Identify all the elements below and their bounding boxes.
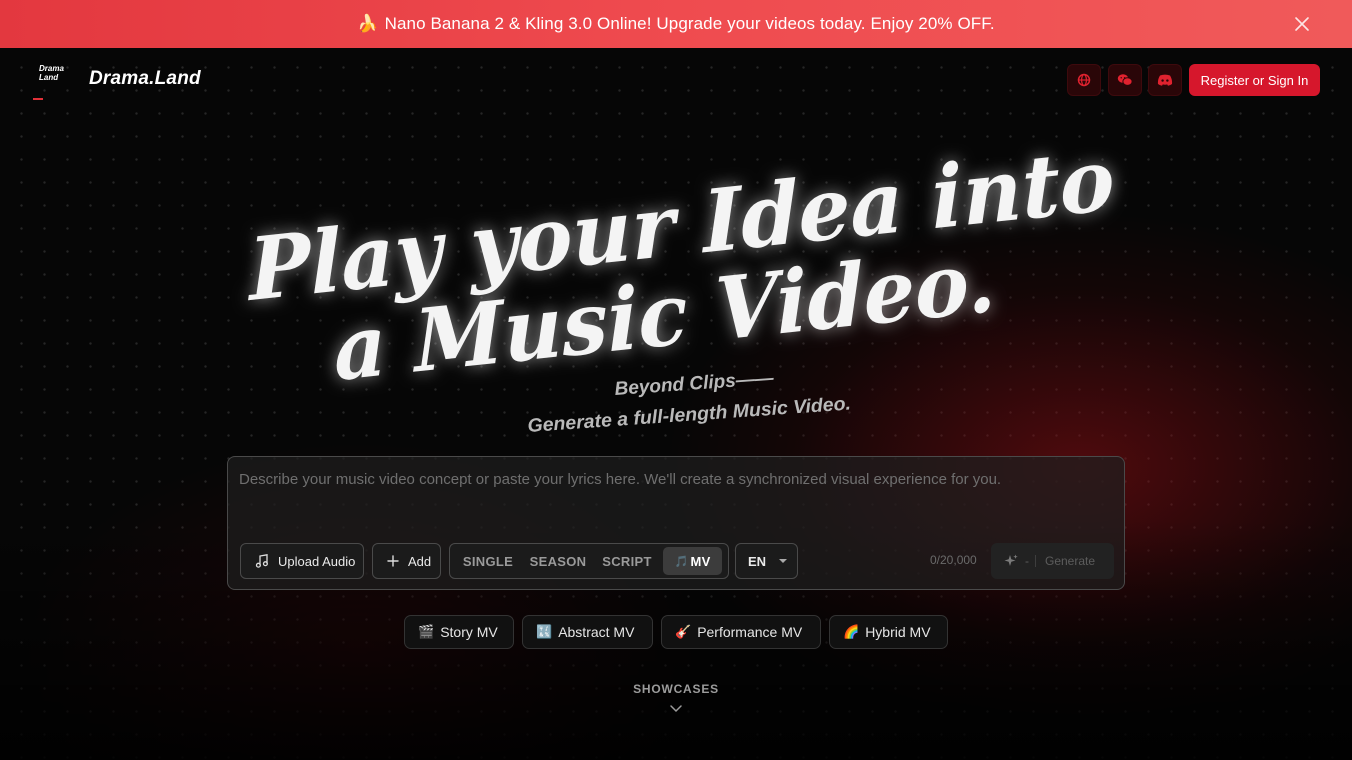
discord-icon[interactable] <box>1148 64 1182 96</box>
music-emoji-icon: 🎵 <box>674 555 689 568</box>
logo-mark-line2: Land <box>39 73 59 82</box>
music-note-icon <box>255 554 268 568</box>
language-value: EN <box>748 553 767 569</box>
mode-season[interactable]: SEASON <box>524 547 592 575</box>
logo-accent-bar <box>33 98 43 100</box>
character-count: 0/20,000 <box>930 553 977 567</box>
clapper-emoji-icon: 🎬 <box>418 624 435 639</box>
upload-audio-label: Upload Audio <box>278 553 356 569</box>
showcases-link[interactable]: SHOWCASES <box>576 682 776 696</box>
style-chip-hybrid[interactable]: 🌈 Hybrid MV <box>829 615 948 649</box>
prompt-input[interactable]: Describe your music video concept or pas… <box>239 471 1099 488</box>
style-chip-abstract[interactable]: 🔣 Abstract MV <box>522 615 653 649</box>
globe-icon[interactable] <box>1067 64 1101 96</box>
prompt-controls: Upload Audio Add SINGLE SEASON SCRIPT 🎵 … <box>240 543 1114 579</box>
close-icon[interactable] <box>1292 14 1312 34</box>
chevron-down-icon[interactable] <box>668 702 684 714</box>
logo-mark[interactable]: Drama Land <box>33 64 73 100</box>
logo-text[interactable]: Drama.Land <box>89 68 201 90</box>
style-chip-label: Abstract MV <box>558 624 635 640</box>
plus-icon <box>387 555 399 567</box>
mode-mv[interactable]: 🎵 MV <box>663 547 722 575</box>
wechat-icon[interactable] <box>1108 64 1142 96</box>
style-chip-label: Hybrid MV <box>865 624 931 640</box>
mode-selector: SINGLE SEASON SCRIPT 🎵 MV <box>449 543 729 579</box>
banana-emoji: 🍌 <box>357 14 379 33</box>
add-button[interactable]: Add <box>372 543 441 579</box>
mode-single[interactable]: SINGLE <box>456 547 520 575</box>
logo-mark-line1: Drama <box>39 64 64 73</box>
style-chip-label: Performance MV <box>697 624 803 640</box>
caret-down-icon <box>779 559 788 563</box>
generate-label: Generate <box>1045 554 1096 568</box>
prompt-box[interactable]: Describe your music video concept or pas… <box>227 456 1125 590</box>
symbols-emoji-icon: 🔣 <box>536 624 553 639</box>
promo-text: Nano Banana 2 & Kling 3.0 Online! Upgrad… <box>384 14 995 33</box>
language-select[interactable]: EN <box>735 543 798 579</box>
generate-cost: - <box>1025 554 1029 568</box>
mode-script[interactable]: SCRIPT <box>596 547 658 575</box>
style-chip-label: Story MV <box>440 624 498 640</box>
add-label: Add <box>408 553 432 569</box>
generate-button[interactable]: - Generate <box>991 543 1114 579</box>
generate-divider <box>1035 555 1036 567</box>
upload-audio-button[interactable]: Upload Audio <box>240 543 364 579</box>
style-chip-story[interactable]: 🎬 Story MV <box>404 615 514 649</box>
rainbow-emoji-icon: 🌈 <box>843 624 860 639</box>
promo-banner[interactable]: 🍌 Nano Banana 2 & Kling 3.0 Online! Upgr… <box>0 0 1352 48</box>
page-background <box>0 48 1352 760</box>
header: Drama Land Drama.Land Register or Sign I… <box>0 48 1352 112</box>
guitar-emoji-icon: 🎸 <box>675 624 692 639</box>
mode-mv-label: MV <box>690 553 711 569</box>
sparkle-icon <box>1004 554 1018 566</box>
style-chip-performance[interactable]: 🎸 Performance MV <box>661 615 821 649</box>
register-signin-button[interactable]: Register or Sign In <box>1189 64 1320 96</box>
